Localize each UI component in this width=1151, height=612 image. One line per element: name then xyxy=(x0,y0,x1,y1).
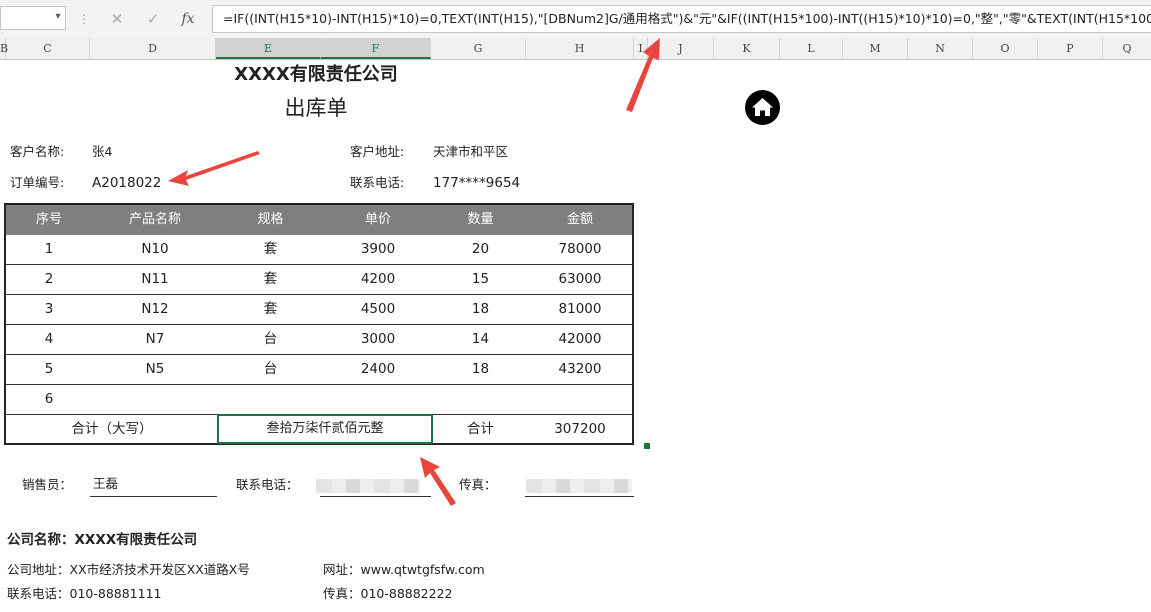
annotation-arrows xyxy=(168,38,660,506)
arrow-icon xyxy=(420,457,456,506)
arrow-icon xyxy=(168,151,260,186)
arrow-icon xyxy=(626,38,660,112)
